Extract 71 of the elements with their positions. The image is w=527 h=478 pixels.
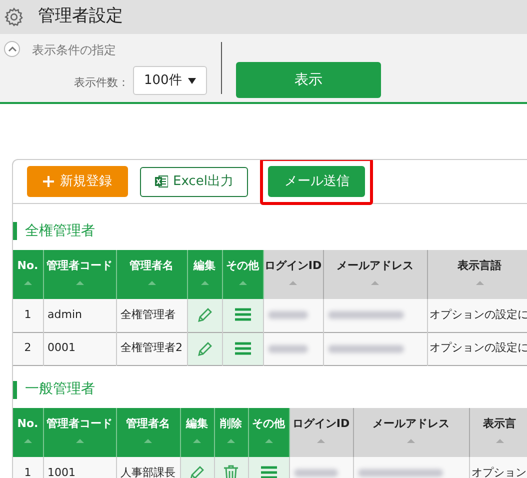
count-select[interactable]: 100件 bbox=[133, 66, 207, 95]
plus-icon bbox=[43, 176, 54, 187]
sort-icon[interactable] bbox=[289, 281, 297, 285]
menu-icon[interactable] bbox=[234, 342, 250, 355]
sort-icon[interactable] bbox=[238, 281, 246, 285]
column-header[interactable]: 管理者名 bbox=[116, 250, 187, 299]
sort-icon[interactable] bbox=[148, 281, 156, 285]
sort-icon[interactable] bbox=[24, 438, 32, 442]
menu-icon[interactable] bbox=[234, 308, 250, 322]
table-cell: オプションの設定に bbox=[427, 332, 527, 365]
sort-icon[interactable] bbox=[407, 438, 415, 442]
sort-icon[interactable] bbox=[76, 438, 84, 442]
table-cell: オプションの設定に bbox=[427, 299, 527, 332]
pencil-icon[interactable] bbox=[196, 340, 214, 358]
new-button[interactable]: 新規登録 bbox=[27, 166, 128, 197]
sort-icon[interactable] bbox=[193, 438, 201, 442]
excel-button[interactable]: Excel出力 bbox=[140, 166, 248, 196]
sort-icon[interactable] bbox=[144, 438, 152, 442]
column-header[interactable]: その他 bbox=[222, 250, 263, 299]
table-cell: 0001 bbox=[43, 332, 116, 365]
pencil-icon[interactable] bbox=[188, 464, 206, 478]
column-header[interactable]: 管理者コード bbox=[43, 250, 116, 299]
settings-icon[interactable] bbox=[4, 7, 24, 27]
sort-icon[interactable] bbox=[200, 281, 208, 285]
condition-title: 表示条件の指定 bbox=[32, 42, 116, 59]
table-cell: 全権管理者2 bbox=[116, 332, 187, 365]
sort-icon[interactable] bbox=[264, 438, 272, 442]
count-label: 表示件数： bbox=[74, 75, 129, 91]
column-header[interactable]: 編集 bbox=[180, 408, 214, 456]
dropdown-icon bbox=[188, 78, 196, 84]
column-header[interactable]: 表示言語 bbox=[427, 250, 527, 299]
table-cell: 1 bbox=[13, 456, 43, 478]
column-header[interactable]: ログインID bbox=[263, 250, 323, 299]
column-header[interactable]: 管理者名 bbox=[116, 408, 180, 456]
column-header[interactable]: その他 bbox=[248, 408, 289, 456]
section-title: 一般管理者 bbox=[25, 380, 95, 399]
pencil-icon[interactable] bbox=[196, 306, 214, 324]
blurred-text bbox=[268, 344, 308, 352]
column-header[interactable]: 管理者コード bbox=[43, 408, 116, 456]
table-cell: admin bbox=[43, 299, 116, 332]
column-header[interactable]: 編集 bbox=[187, 250, 222, 299]
sort-icon[interactable] bbox=[476, 281, 484, 285]
table-cell: 1001 bbox=[43, 456, 116, 478]
column-header[interactable]: メールアドレス bbox=[353, 408, 469, 456]
sort-icon[interactable] bbox=[371, 281, 379, 285]
sort-icon[interactable] bbox=[24, 281, 32, 285]
display-button[interactable]: 表示 bbox=[236, 62, 381, 98]
column-header[interactable]: No. bbox=[13, 250, 43, 299]
mail-button[interactable]: メール送信 bbox=[268, 166, 366, 197]
column-header[interactable]: No. bbox=[13, 408, 43, 456]
column-header[interactable]: 表示言 bbox=[469, 408, 527, 456]
section-title: 全権管理者 bbox=[25, 222, 95, 240]
sort-icon[interactable] bbox=[227, 438, 235, 442]
sort-icon[interactable] bbox=[76, 281, 84, 285]
column-header[interactable]: 削除 bbox=[214, 408, 248, 456]
blurred-text bbox=[268, 311, 308, 320]
table-cell: 人事部課長 bbox=[116, 456, 180, 478]
menu-icon[interactable] bbox=[260, 466, 276, 478]
table-cell: 2 bbox=[13, 332, 43, 365]
trash-icon[interactable] bbox=[223, 464, 239, 478]
spreadsheet-icon bbox=[155, 175, 168, 188]
chevron-up-icon bbox=[8, 46, 16, 52]
collapse-toggle[interactable] bbox=[4, 41, 20, 57]
table-cell: オプション bbox=[469, 456, 527, 478]
column-header[interactable]: メールアドレス bbox=[323, 250, 427, 299]
table-cell: 1 bbox=[13, 299, 43, 332]
page-title: 管理者設定 bbox=[38, 5, 123, 28]
column-header[interactable]: ログインID bbox=[289, 408, 353, 456]
sort-icon[interactable] bbox=[317, 438, 325, 442]
sort-icon[interactable] bbox=[496, 438, 504, 442]
table-cell: 全権管理者 bbox=[116, 299, 187, 332]
